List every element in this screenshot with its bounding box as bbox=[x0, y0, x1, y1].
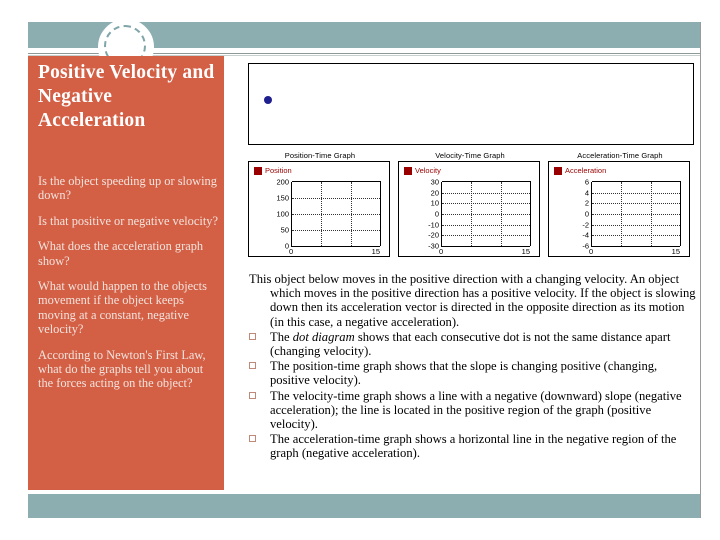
gridline-vertical bbox=[621, 182, 623, 246]
right-edge-rule bbox=[700, 22, 701, 518]
sidebar-question: What would happen to the objects movemen… bbox=[38, 279, 207, 337]
footer-band bbox=[28, 494, 700, 518]
y-axis-tick-label: 50 bbox=[280, 225, 289, 235]
gridline-vertical bbox=[500, 182, 502, 246]
gridline-vertical bbox=[471, 182, 473, 246]
graph-frame: Velocity -30 -20 -10 0 10 20 30 0 15 bbox=[398, 161, 540, 257]
sidebar-question: According to Newton's First Law, what do… bbox=[38, 347, 206, 391]
graph-legend: Acceleration bbox=[554, 166, 606, 175]
graph-title: Acceleration-Time Graph bbox=[577, 151, 663, 160]
gridline-horizontal bbox=[592, 235, 680, 237]
list-item-text: The acceleration-time graph shows a hori… bbox=[270, 432, 677, 461]
legend-swatch bbox=[554, 166, 562, 175]
plot-top-border bbox=[592, 181, 680, 182]
y-axis-tick-label: 0 bbox=[584, 209, 589, 219]
legend-label: Acceleration bbox=[565, 166, 607, 175]
page-title: Positive Velocity and Negative Accelerat… bbox=[38, 62, 215, 131]
velocity-time-graph: Velocity-Time Graph Velocity -30 -20 -10 0 10 2… bbox=[398, 150, 542, 257]
plot-area: 0 50 100 150 200 0 15 bbox=[276, 178, 381, 256]
y-axis-tick-label: -20 bbox=[428, 230, 439, 240]
sidebar-panel: Positive Velocity and Negative Accelerat… bbox=[28, 56, 224, 490]
y-axis-tick-label: 4 bbox=[584, 188, 589, 198]
gridline-horizontal bbox=[442, 224, 530, 226]
gridline-horizontal bbox=[592, 224, 680, 226]
graph-legend: Velocity bbox=[404, 166, 441, 175]
plot-right-border bbox=[680, 181, 681, 246]
gridline-horizontal bbox=[442, 235, 530, 237]
list-item-text: The velocity-time graph shows a line wit… bbox=[270, 388, 682, 432]
sidebar-question: What does the acceleration graph show? bbox=[38, 239, 204, 268]
legend-label: Velocity bbox=[415, 166, 441, 175]
lead-paragraph: This object below moves in the positive … bbox=[249, 272, 696, 329]
square-bullet-icon bbox=[249, 391, 256, 399]
body-copy: This object below moves in the positive … bbox=[240, 272, 700, 461]
plot-top-border bbox=[442, 181, 530, 182]
y-axis-tick-label: -4 bbox=[582, 230, 589, 240]
position-time-graph: Position-Time Graph Position 0 50 100 150 200 0… bbox=[248, 150, 392, 257]
legend-label: Position bbox=[265, 166, 292, 175]
list-item: The dot diagram shows that each consecut… bbox=[240, 330, 700, 358]
graph-legend: Position bbox=[254, 166, 292, 175]
x-axis-tick-label: 0 bbox=[289, 247, 294, 256]
gridline-horizontal bbox=[592, 214, 680, 215]
x-axis-tick-label: 15 bbox=[671, 247, 680, 256]
list-item-text: The position-time graph shows that the s… bbox=[270, 359, 658, 388]
y-axis-tick-label: 150 bbox=[276, 193, 289, 203]
gridline-horizontal bbox=[442, 192, 530, 194]
list-item: The position-time graph shows that the s… bbox=[240, 359, 700, 387]
gridline-vertical bbox=[321, 182, 323, 246]
x-axis-tick-label: 15 bbox=[371, 247, 380, 256]
sidebar-question: Is the object speeding up or slowing dow… bbox=[38, 174, 217, 203]
x-axis-tick-label: 0 bbox=[439, 247, 444, 256]
slide-canvas: Positive Velocity and Negative Accelerat… bbox=[0, 0, 720, 540]
square-bullet-icon bbox=[249, 332, 256, 340]
y-axis-tick-label: 0 bbox=[434, 209, 439, 219]
square-bullet-icon bbox=[249, 435, 256, 443]
y-axis-tick-label: 6 bbox=[584, 177, 589, 187]
graph-frame: Position 0 50 100 150 200 0 15 bbox=[248, 161, 390, 257]
y-axis-tick-label: 20 bbox=[430, 188, 439, 198]
gridline-horizontal bbox=[292, 214, 380, 215]
graph-title: Velocity-Time Graph bbox=[435, 151, 505, 160]
y-axis-tick-label: -10 bbox=[428, 220, 439, 230]
acceleration-time-graph: Acceleration-Time Graph Acceleration -6 -4-… bbox=[548, 150, 692, 257]
legend-swatch bbox=[254, 166, 262, 175]
x-axis-tick-label: 15 bbox=[521, 247, 530, 256]
y-axis-tick-label: 30 bbox=[430, 177, 439, 187]
plot-area: -30 -20 -10 0 10 20 30 0 15 bbox=[428, 178, 531, 256]
y-axis-tick-label: 200 bbox=[276, 177, 289, 187]
list-item: The velocity-time graph shows a line wit… bbox=[240, 389, 700, 432]
list-item-text: The dot diagram shows that each consecut… bbox=[270, 329, 671, 359]
plot-right-border bbox=[380, 181, 381, 246]
gridline-vertical bbox=[350, 182, 352, 246]
y-axis-tick-label: -2 bbox=[582, 220, 589, 230]
plot-area: -6 -4 -2 0 2 4 6 0 15 bbox=[582, 178, 681, 256]
list-item: The acceleration-time graph shows a hori… bbox=[240, 432, 700, 460]
gridline-horizontal bbox=[442, 203, 530, 205]
graph-row: Position-Time Graph Position 0 50 100 150 200 0… bbox=[248, 150, 692, 263]
sidebar-question: Is that positive or negative velocity? bbox=[38, 213, 218, 228]
emphasis-text: dot diagram bbox=[292, 329, 355, 344]
y-axis-tick-label: -6 bbox=[582, 241, 589, 251]
gridline-horizontal bbox=[292, 198, 380, 199]
gridline-horizontal bbox=[592, 203, 680, 205]
gridline-horizontal bbox=[592, 192, 680, 194]
plot-right-border bbox=[530, 181, 531, 246]
gridline-horizontal bbox=[292, 230, 380, 231]
legend-swatch bbox=[404, 166, 412, 175]
y-axis-tick-label: 10 bbox=[430, 198, 439, 208]
plot-top-border bbox=[292, 181, 380, 182]
square-bullet-icon bbox=[249, 362, 256, 370]
graph-title: Position-Time Graph bbox=[284, 151, 356, 160]
sidebar-question-list: Is the object speeding up or slowing dow… bbox=[38, 174, 218, 402]
x-axis-tick-label: 0 bbox=[589, 247, 594, 256]
y-axis-tick-label: -30 bbox=[428, 241, 439, 251]
y-axis-tick-label: 100 bbox=[276, 209, 289, 219]
dot-diagram-box bbox=[248, 63, 694, 145]
y-axis-tick-label: 2 bbox=[584, 198, 589, 208]
gridline-vertical bbox=[650, 182, 652, 246]
dot-diagram-dot bbox=[264, 96, 272, 104]
graph-frame: Acceleration -6 -4 -2 0 2 4 6 0 15 bbox=[548, 161, 690, 257]
gridline-horizontal bbox=[442, 214, 530, 215]
